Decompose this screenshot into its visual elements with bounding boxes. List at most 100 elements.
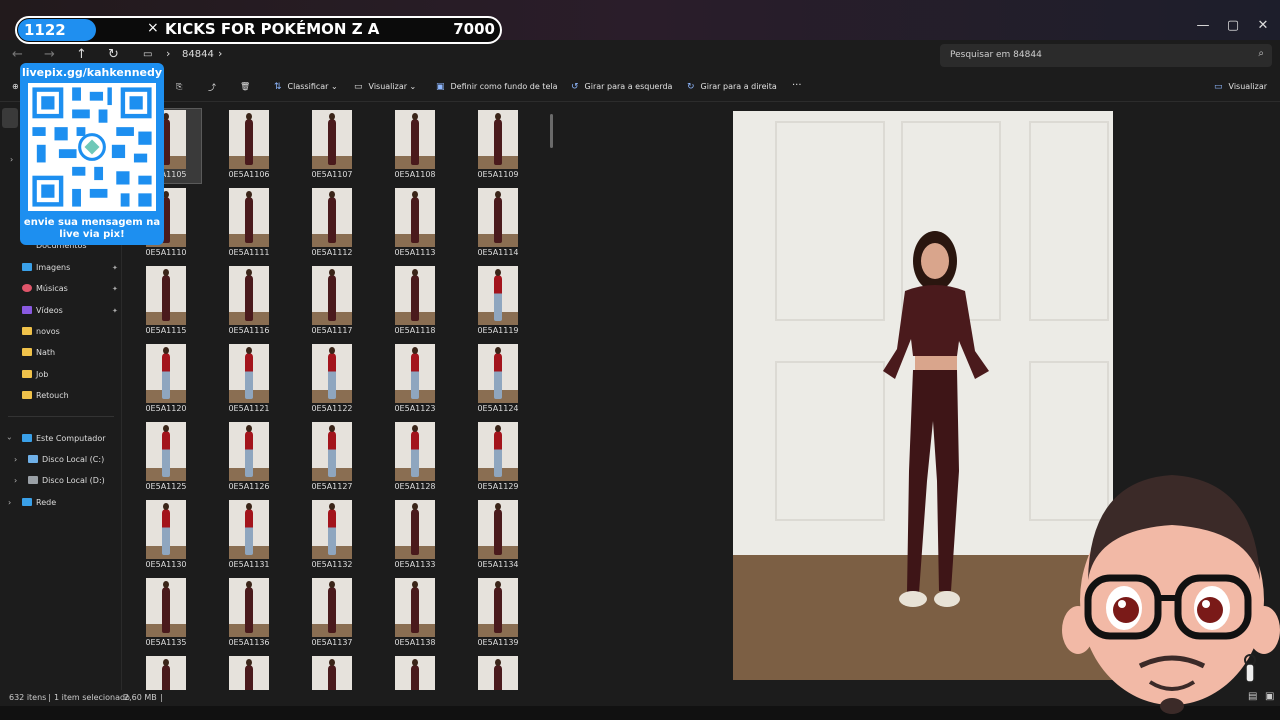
sidebar-item-network[interactable]: Rede xyxy=(22,498,56,507)
file-item[interactable]: 0E5A1118 xyxy=(389,264,451,338)
banner-counter: 1122 xyxy=(18,19,96,41)
file-item[interactable]: 0E5A1111 xyxy=(223,186,285,260)
file-item[interactable] xyxy=(223,654,285,690)
maximize-button[interactable]: ▢ xyxy=(1218,18,1248,33)
delete-icon[interactable]: 🗑 xyxy=(240,82,250,91)
expand-chevron-icon[interactable]: › xyxy=(8,498,11,507)
file-name: 0E5A1123 xyxy=(394,404,436,413)
file-item[interactable]: 0E5A1139 xyxy=(472,576,534,650)
file-item[interactable] xyxy=(306,654,368,690)
file-item[interactable]: 0E5A1120 xyxy=(140,342,202,416)
file-item[interactable]: 0E5A1134 xyxy=(472,498,534,572)
file-item[interactable]: 0E5A1121 xyxy=(223,342,285,416)
file-item[interactable]: 0E5A1131 xyxy=(223,498,285,572)
file-item[interactable]: 0E5A1127 xyxy=(306,420,368,494)
search-icon[interactable]: ⌕ xyxy=(1258,48,1264,59)
file-item[interactable]: 0E5A1138 xyxy=(389,576,451,650)
pin-icon: ✦ xyxy=(112,285,118,293)
file-item[interactable]: 0E5A1122 xyxy=(306,342,368,416)
file-item[interactable]: 0E5A1109 xyxy=(472,108,534,182)
file-item[interactable]: 0E5A1126 xyxy=(223,420,285,494)
share-icon[interactable]: ⤴ xyxy=(208,82,216,93)
file-item[interactable]: 0E5A1115 xyxy=(140,264,202,338)
file-thumbnail xyxy=(395,656,435,690)
sidebar-item-nath[interactable]: Nath xyxy=(22,348,55,357)
file-item[interactable] xyxy=(389,654,451,690)
file-item[interactable]: 0E5A1130 xyxy=(140,498,202,572)
sidebar-item-videos[interactable]: Vídeos xyxy=(22,306,63,315)
rename-icon[interactable]: ⎘ xyxy=(176,82,182,92)
expand-chevron-icon[interactable]: › xyxy=(10,155,13,164)
file-item[interactable]: 0E5A1107 xyxy=(306,108,368,182)
file-item[interactable]: 0E5A1128 xyxy=(389,420,451,494)
up-icon[interactable]: ↑ xyxy=(76,47,87,62)
file-item[interactable]: 0E5A1123 xyxy=(389,342,451,416)
grid-scrollbar[interactable] xyxy=(550,114,553,148)
file-item[interactable]: 0E5A1113 xyxy=(389,186,451,260)
file-thumbnail xyxy=(478,344,518,403)
breadcrumb-segment[interactable]: 84844 xyxy=(182,49,214,60)
file-item[interactable]: 0E5A1106 xyxy=(223,108,285,182)
expand-chevron-icon[interactable]: › xyxy=(14,476,17,485)
set-background-label: Definir como fundo de tela xyxy=(450,82,558,91)
rotate-left-label: Girar para a esquerda xyxy=(584,82,673,91)
file-thumbnail xyxy=(146,344,186,403)
rotate-left-button[interactable]: ↺ Girar para a esquerda xyxy=(571,82,672,92)
file-item[interactable]: 0E5A1124 xyxy=(472,342,534,416)
file-item[interactable]: 0E5A1136 xyxy=(223,576,285,650)
file-name: 0E5A1117 xyxy=(311,326,353,335)
sidebar-item-disk-d[interactable]: Disco Local (D:) xyxy=(28,476,105,485)
file-item[interactable]: 0E5A1135 xyxy=(140,576,202,650)
back-icon[interactable]: ← xyxy=(12,47,23,62)
file-name: 0E5A1113 xyxy=(394,248,436,257)
file-thumbnail xyxy=(312,656,352,690)
file-thumbnail xyxy=(478,266,518,325)
set-background-button[interactable]: ▣ Definir como fundo de tela xyxy=(436,82,557,92)
file-item[interactable] xyxy=(140,654,202,690)
sort-button[interactable]: ⇅ Classificar ⌄ xyxy=(274,82,338,92)
search-input[interactable]: Pesquisar em 84844 ⌕ xyxy=(940,44,1272,67)
file-thumbnail xyxy=(229,578,269,637)
stream-goal-banner: 1122 × KICKS FOR POKÉMON Z A 7000 xyxy=(15,16,502,44)
thumbnail-figure xyxy=(411,347,419,399)
file-item[interactable]: 0E5A1119 xyxy=(472,264,534,338)
preview-pane-button[interactable]: ▭ Visualizar xyxy=(1214,82,1267,92)
file-name: 0E5A1137 xyxy=(311,638,353,647)
minimize-button[interactable]: — xyxy=(1188,18,1218,33)
file-item[interactable]: 0E5A1137 xyxy=(306,576,368,650)
file-item[interactable] xyxy=(472,654,534,690)
monitor-icon[interactable]: ▭ xyxy=(143,49,152,60)
sidebar-item-disk-c[interactable]: Disco Local (C:) xyxy=(28,455,104,464)
file-name: 0E5A1106 xyxy=(228,170,270,179)
forward-icon[interactable]: → xyxy=(44,47,55,62)
close-window-button[interactable]: ✕ xyxy=(1248,18,1278,33)
sidebar-item-job[interactable]: Job xyxy=(22,370,48,379)
sidebar-item-label: Rede xyxy=(36,498,57,507)
file-item[interactable]: 0E5A1125 xyxy=(140,420,202,494)
file-item[interactable]: 0E5A1132 xyxy=(306,498,368,572)
banner-title: KICKS FOR POKÉMON Z A xyxy=(165,20,380,38)
file-item[interactable]: 0E5A1108 xyxy=(389,108,451,182)
file-thumbnail xyxy=(229,656,269,690)
sidebar-item-novos[interactable]: novos xyxy=(22,327,60,336)
rotate-right-button[interactable]: ↻ Girar para a direita xyxy=(687,82,777,92)
sidebar-item-images[interactable]: Imagens xyxy=(22,263,70,272)
file-item[interactable]: 0E5A1129 xyxy=(472,420,534,494)
expand-chevron-icon[interactable]: › xyxy=(14,455,17,464)
more-options-button[interactable]: ··· xyxy=(792,80,802,91)
sidebar-item-music[interactable]: Músicas xyxy=(22,284,68,293)
thumbnail-figure xyxy=(411,425,419,477)
thumbnail-figure xyxy=(245,269,253,321)
expand-chevron-icon[interactable]: › xyxy=(5,437,14,440)
sidebar-item-retouch[interactable]: Retouch xyxy=(22,391,69,400)
view-button[interactable]: ▭ Visualizar ⌄ xyxy=(354,82,416,92)
file-item[interactable]: 0E5A1114 xyxy=(472,186,534,260)
refresh-icon[interactable]: ↻ xyxy=(108,47,119,62)
file-item[interactable]: 0E5A1112 xyxy=(306,186,368,260)
file-item[interactable]: 0E5A1133 xyxy=(389,498,451,572)
new-icon[interactable]: ⊕ xyxy=(12,82,19,91)
file-item[interactable]: 0E5A1116 xyxy=(223,264,285,338)
sidebar-item-this-pc[interactable]: Este Computador xyxy=(22,434,106,443)
file-thumbnail xyxy=(395,110,435,169)
file-item[interactable]: 0E5A1117 xyxy=(306,264,368,338)
